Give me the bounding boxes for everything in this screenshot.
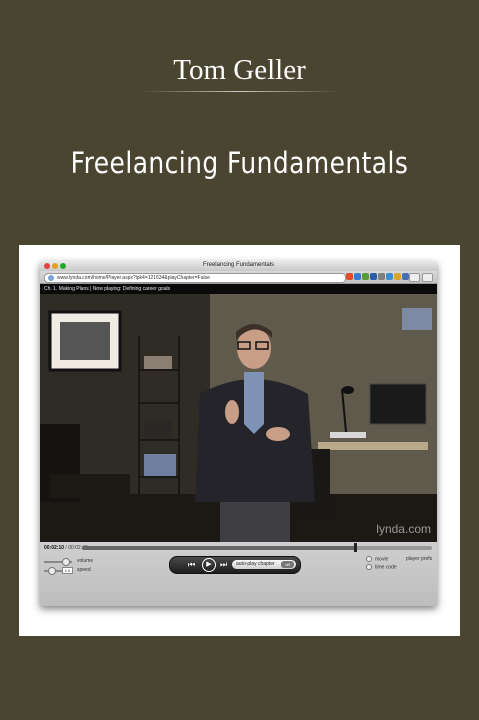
- time-current: 00:02:10: [44, 545, 65, 551]
- autoplay-state[interactable]: off: [281, 561, 294, 568]
- volume-knob[interactable]: [62, 558, 70, 566]
- author-divider: [140, 91, 340, 92]
- course-title: Freelancing Fundamentals: [70, 146, 409, 180]
- extension-icon[interactable]: [346, 273, 353, 280]
- browser-toolbar: www.lynda.com/home/Player.aspx?lpk4=1216…: [40, 271, 437, 284]
- extension-icon[interactable]: [354, 273, 361, 280]
- autoplay-label: auto-play chapter: [236, 561, 275, 567]
- window-titlebar: Freelancing Fundamentals: [40, 261, 437, 271]
- skip-forward-icon[interactable]: ⏭: [220, 557, 227, 573]
- browser-window: Freelancing Fundamentals www.lynda.com/h…: [40, 261, 437, 606]
- settings-menu-button[interactable]: [422, 273, 433, 282]
- speed-control: 1.0 speed: [44, 567, 124, 575]
- skip-back-icon[interactable]: ⏮: [188, 557, 195, 573]
- play-icon[interactable]: ▶: [202, 558, 216, 572]
- extension-icons: [346, 273, 417, 281]
- author-name: Tom Geller: [173, 54, 306, 86]
- page-menu-button[interactable]: [409, 273, 420, 282]
- extension-icon[interactable]: [386, 273, 393, 280]
- now-playing-text: Ch. 1. Making Plans | Now playing: Defin…: [44, 286, 171, 292]
- scrub-progress: [82, 546, 355, 550]
- speed-value: 1.0: [62, 567, 73, 574]
- lynda-watermark: lynda.com: [376, 522, 431, 536]
- volume-control: volume: [44, 558, 124, 566]
- player-prefs-title: player prefs: [406, 556, 433, 562]
- pref-time-code[interactable]: time code: [366, 564, 397, 570]
- video-frame[interactable]: lynda.com: [40, 294, 437, 542]
- transport-controls: ⏮ ▶ ⏭ auto-play chapter off: [169, 556, 301, 574]
- extension-icon[interactable]: [362, 273, 369, 280]
- now-playing-bar: Ch. 1. Making Plans | Now playing: Defin…: [40, 284, 437, 294]
- extension-icon[interactable]: [370, 273, 377, 280]
- pref-movie[interactable]: movie: [366, 556, 388, 562]
- pref-time-code-label: time code: [375, 564, 397, 571]
- scrub-bar[interactable]: [82, 543, 432, 552]
- window-title: Freelancing Fundamentals: [202, 262, 275, 268]
- speed-knob[interactable]: [48, 567, 56, 575]
- video-still: [40, 294, 437, 542]
- autoplay-chapter-toggle[interactable]: auto-play chapter off: [232, 560, 296, 569]
- pref-movie-label: movie: [375, 556, 389, 563]
- address-bar[interactable]: www.lynda.com/home/Player.aspx?lpk4=1216…: [44, 273, 346, 283]
- volume-label: volume: [77, 558, 94, 564]
- browser-actions: [409, 273, 433, 282]
- extension-icon[interactable]: [394, 273, 401, 280]
- url-text: www.lynda.com/home/Player.aspx?lpk4=1216…: [57, 275, 210, 281]
- extension-icon[interactable]: [402, 273, 409, 280]
- speed-label: speed: [77, 567, 91, 573]
- player-controls: 00:02:10 / 00:02:48 volume 1.0 speed ⏮ ▶…: [40, 542, 437, 606]
- radio-icon[interactable]: [366, 556, 372, 562]
- globe-icon: [48, 275, 54, 281]
- radio-icon[interactable]: [366, 564, 372, 570]
- extension-icon[interactable]: [378, 273, 385, 280]
- playhead[interactable]: [354, 543, 357, 552]
